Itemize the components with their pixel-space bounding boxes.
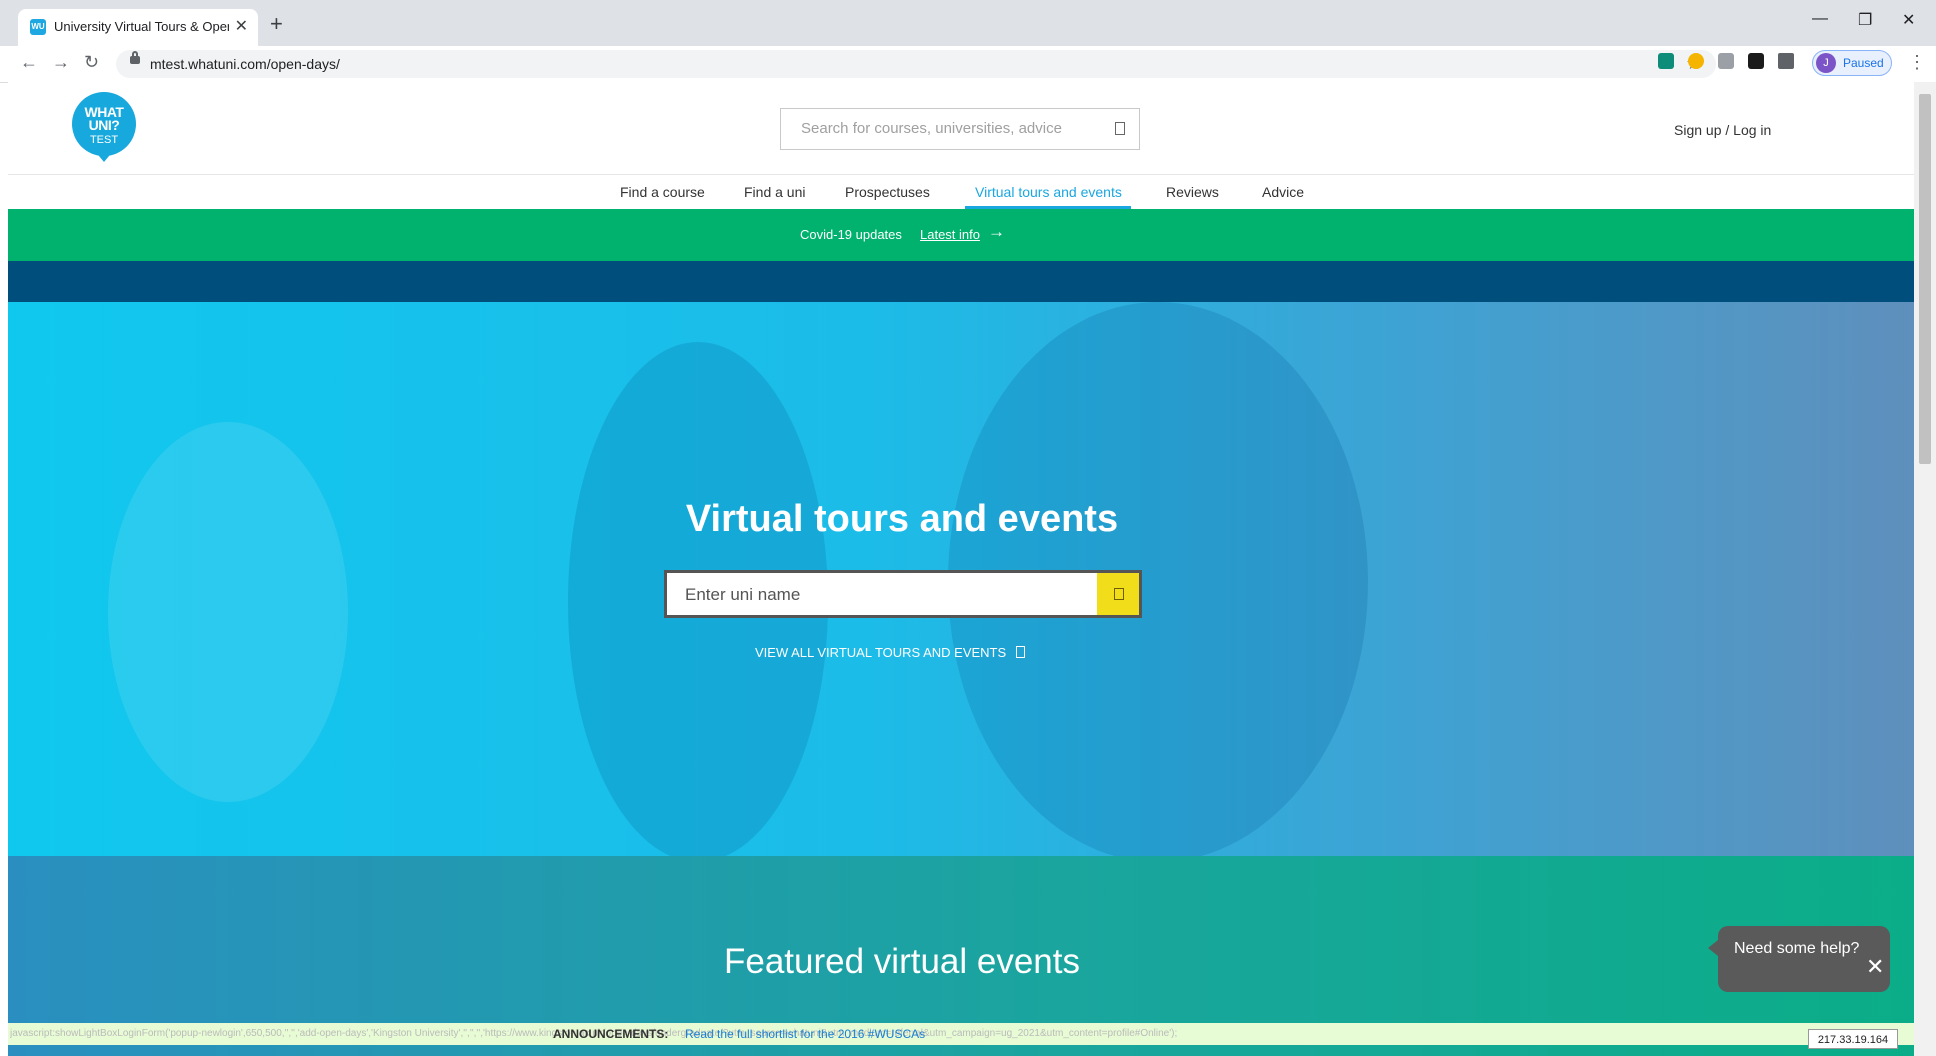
browser-tab[interactable]: WU University Virtual Tours & Open Days … [18,9,258,46]
help-label: Need some help? [1734,940,1860,957]
extension-icon[interactable] [1688,53,1704,69]
page-viewport: WHAT UNI? TEST Search for courses, univer… [8,82,1914,1056]
hero-section: Virtual tours and events Enter uni name … [8,302,1914,856]
whatuni-favicon-icon: WU [30,19,46,35]
hero-title: Virtual tours and events [685,498,1119,540]
extension-icon[interactable] [1658,53,1674,69]
ip-address-badge: 217.33.19.164 [1808,1029,1898,1049]
announcement-bar: javascript:showLightBoxLoginForm('popup-… [8,1023,1914,1045]
nav-advice[interactable]: Advice [1262,184,1304,200]
new-tab-icon[interactable]: + [270,11,283,37]
nav-reviews[interactable]: Reviews [1166,184,1219,200]
forward-icon[interactable]: → [52,52,70,73]
tab-close-icon[interactable]: ✕ [235,16,248,36]
whatuni-logo[interactable]: WHAT UNI? TEST [72,92,136,162]
main-nav: Find a course Find a uni Prospectuses Vi… [8,174,1914,210]
extension-icon[interactable] [1718,53,1734,69]
nav-find-a-uni[interactable]: Find a uni [744,184,805,200]
featured-title: Featured virtual events [723,942,1080,981]
search-placeholder: Search for courses, universities, advice [801,120,1062,137]
search-icon[interactable] [1115,122,1125,135]
covid-banner: Covid-19 updates Latest info → [8,209,1914,261]
lock-icon [130,51,140,64]
page-scrollbar[interactable] [1914,82,1936,1056]
scrollbar-thumb[interactable] [1919,94,1931,464]
search-icon [1114,588,1124,600]
puzzle-icon[interactable] [1778,53,1794,69]
dark-band [8,261,1914,302]
close-icon[interactable]: ✕ [1866,954,1884,980]
profile-button[interactable]: J Paused [1812,50,1892,76]
profile-status: Paused [1843,56,1884,70]
view-all-label: VIEW ALL VIRTUAL TOURS AND EVENTS [755,645,1007,660]
minimize-icon[interactable]: — [1812,10,1828,28]
avatar: J [1816,53,1836,73]
announcement-link[interactable]: Read the full shortlist for the 2016 #WU… [685,1027,925,1041]
signin-link[interactable]: Sign up / Log in [1674,122,1771,138]
logo-text: UNI? [88,117,120,133]
browser-toolbar: ← → ↻ mtest.whatuni.com/open-days/ ☆ J P… [0,46,1936,83]
uni-search-placeholder: Enter uni name [685,585,801,604]
window-close-icon[interactable]: ✕ [1902,10,1915,30]
uni-search-input[interactable]: Enter uni name [664,570,1142,618]
nav-find-a-course[interactable]: Find a course [620,184,705,200]
url-text: mtest.whatuni.com/open-days/ [150,56,340,72]
address-bar[interactable]: mtest.whatuni.com/open-days/ ☆ [116,50,1716,78]
arrow-right-icon[interactable]: → [988,222,1005,242]
site-search-input[interactable]: Search for courses, universities, advice [780,108,1140,150]
hero-background-figure [108,422,348,802]
covid-latest-info-link[interactable]: Latest info [920,227,980,242]
logo-text: TEST [89,134,119,146]
site-header: WHAT UNI? TEST Search for courses, univer… [8,82,1914,175]
nav-virtual-tours-and-events[interactable]: Virtual tours and events [975,184,1122,200]
menu-kebab-icon[interactable]: ⋮ [1908,52,1926,73]
restore-icon[interactable]: ❐ [1858,10,1872,30]
back-icon[interactable]: ← [20,52,38,73]
announcement-label: ANNOUNCEMENTS: [553,1027,669,1041]
extension-icon[interactable] [1748,53,1764,69]
reload-icon[interactable]: ↻ [84,52,99,73]
tab-title: University Virtual Tours & Open Days [54,19,229,34]
covid-text: Covid-19 updates [800,227,902,242]
nav-prospectuses[interactable]: Prospectuses [845,184,930,200]
browser-tab-strip: WU University Virtual Tours & Open Days … [0,0,1936,46]
help-chat-bubble[interactable]: Need some help? ✕ [1708,926,1890,992]
chevron-right-icon [1016,646,1026,658]
uni-search-button[interactable] [1097,573,1139,615]
view-all-virtual-tours-link[interactable]: VIEW ALL VIRTUAL TOURS AND EVENTS [755,645,1026,660]
